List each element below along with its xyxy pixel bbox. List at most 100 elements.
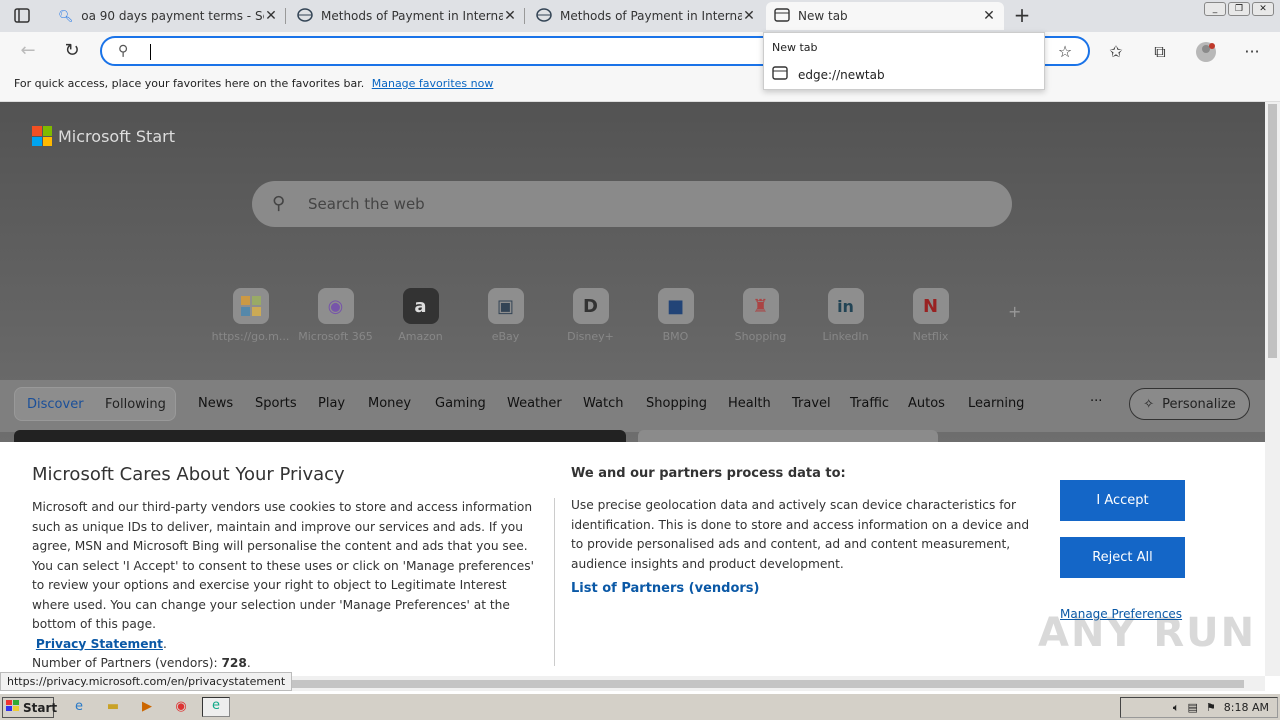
close-tab-icon[interactable]: ✕ — [264, 8, 278, 24]
globe-icon — [297, 7, 313, 25]
quick-link[interactable]: ■ BMO — [633, 288, 718, 343]
flag-icon[interactable]: ⚑ — [1206, 701, 1216, 714]
purposes-text: Use precise geolocation data and activel… — [571, 498, 1030, 571]
feed-card[interactable] — [14, 430, 626, 442]
personalize-button[interactable]: ✧ Personalize — [1129, 388, 1250, 420]
web-search-box[interactable]: ⚲ Search the web — [252, 181, 1012, 227]
purposes-title: We and our partners process data to: — [571, 466, 846, 481]
volume-icon[interactable]: 🔈︎ — [1173, 701, 1180, 715]
category-item[interactable]: Play — [318, 396, 368, 411]
tab-actions-icon[interactable] — [12, 6, 34, 26]
category-item[interactable]: Weather — [507, 396, 583, 411]
category-item[interactable]: Health — [728, 396, 792, 411]
clock[interactable]: 8:18 AM — [1224, 701, 1269, 714]
quick-link[interactable]: D Disney+ — [548, 288, 633, 343]
vendors-link[interactable]: List of Partners (vendors) — [571, 581, 759, 596]
manage-preferences-link[interactable]: Manage Preferences — [1060, 607, 1182, 621]
favorites-bar: For quick access, place your favorites h… — [0, 70, 1280, 102]
newtab-icon — [774, 7, 790, 25]
shopping-icon: ♜ — [742, 288, 779, 324]
quick-link-label: LinkedIn — [822, 330, 869, 343]
text-caret — [150, 44, 151, 60]
tab-following[interactable]: Following — [105, 397, 166, 412]
tab-search[interactable]: 🔍︎ oa 90 days payment terms - Search ✕ — [50, 2, 286, 30]
quick-link[interactable]: ♜ Shopping — [718, 288, 803, 343]
tab-new-tab[interactable]: New tab ✕ — [766, 2, 1004, 30]
partners-label: Number of Partners (vendors): — [32, 656, 218, 670]
taskbar: Start e ▬ ▶ ◉ e 🔈︎ ▤ ⚑ 8:18 AM — [0, 693, 1280, 720]
media-player-icon[interactable]: ▶ — [138, 699, 156, 715]
microsoft-start-logo[interactable]: Microsoft Start — [32, 126, 175, 146]
quick-link[interactable]: ▣ eBay — [463, 288, 548, 343]
settings-more-icon[interactable]: ··· — [1241, 41, 1263, 63]
microsoft-tile-icon — [232, 288, 269, 324]
edge-icon[interactable]: e — [202, 697, 230, 717]
add-site-button[interactable]: + — [1008, 302, 1021, 321]
quick-link[interactable]: N Netflix — [888, 288, 973, 343]
privacy-title: Microsoft Cares About Your Privacy — [32, 464, 345, 485]
ie-icon[interactable]: e — [70, 699, 88, 715]
folder-icon[interactable]: ▬ — [104, 699, 122, 715]
quick-link[interactable]: ◉ Microsoft 365 — [293, 288, 378, 343]
quick-link[interactable]: in LinkedIn — [803, 288, 888, 343]
status-url: https://privacy.microsoft.com/en/privacy… — [0, 672, 293, 691]
vertical-scrollbar[interactable] — [1265, 102, 1280, 676]
tab-discover[interactable]: Discover — [27, 397, 84, 412]
quick-link-label: Amazon — [398, 330, 443, 343]
disney-icon: D — [572, 288, 609, 324]
feed-card[interactable] — [638, 430, 938, 442]
quick-link-label: https://go.m... — [211, 330, 290, 343]
quick-link-label: Microsoft 365 — [298, 330, 373, 343]
privacy-body: Microsoft and our third-party vendors us… — [32, 500, 534, 670]
accept-button[interactable]: I Accept — [1060, 480, 1185, 521]
category-item[interactable]: Autos — [908, 396, 968, 411]
quick-link-label: Disney+ — [567, 330, 614, 343]
favorites-icon[interactable]: ✩ — [1105, 41, 1127, 63]
linkedin-icon: in — [827, 288, 864, 324]
suggestion-item[interactable]: edge://newtab — [772, 66, 885, 83]
collections-icon[interactable]: ⧉ — [1149, 41, 1171, 63]
favorites-message: For quick access, place your favorites h… — [14, 77, 365, 90]
search-icon: ⚲ — [118, 43, 129, 59]
new-tab-button[interactable]: + — [1010, 4, 1034, 28]
close-tab-icon[interactable]: ✕ — [503, 8, 517, 24]
minimize-icon[interactable]: _ — [1204, 2, 1226, 16]
category-item[interactable]: Watch — [583, 396, 646, 411]
personalize-label: Personalize — [1162, 396, 1236, 412]
reject-all-button[interactable]: Reject All — [1060, 537, 1185, 578]
add-favorite-icon[interactable]: ☆ — [1054, 41, 1076, 63]
bmo-icon: ■ — [657, 288, 694, 324]
category-item[interactable]: Traffic — [850, 396, 908, 411]
category-item[interactable]: Sports — [255, 396, 318, 411]
browser-toolbar: ← ↻ ⚲ ☆ ✩ ⧉ ··· — [0, 32, 1280, 70]
category-item[interactable]: Gaming — [435, 396, 507, 411]
close-tab-icon[interactable]: ✕ — [982, 8, 996, 24]
category-item[interactable]: Shopping — [646, 396, 728, 411]
refresh-icon[interactable]: ↻ — [62, 41, 82, 61]
scroll-thumb[interactable] — [1268, 104, 1277, 358]
manage-favorites-link[interactable]: Manage favorites now — [372, 77, 494, 90]
privacy-statement-link[interactable]: Privacy Statement — [36, 637, 163, 651]
category-item[interactable]: Travel — [792, 396, 850, 411]
close-tab-icon[interactable]: ✕ — [742, 8, 756, 24]
start-button[interactable]: Start — [2, 697, 57, 718]
category-item[interactable]: Money — [368, 396, 435, 411]
category-item[interactable]: Learning — [968, 396, 1024, 411]
network-icon[interactable]: ▤ — [1188, 701, 1198, 714]
back-icon[interactable]: ← — [18, 41, 38, 61]
tab-methods-1[interactable]: Methods of Payment in International Trad… — [289, 2, 525, 30]
suggestion-header: New tab — [772, 41, 818, 54]
more-categories-button[interactable]: ··· — [1090, 394, 1102, 409]
system-tray: 🔈︎ ▤ ⚑ 8:18 AM — [1120, 697, 1278, 718]
category-item[interactable]: News — [198, 396, 255, 411]
quick-links: https://go.m... ◉ Microsoft 365 a Amazon ▣… — [208, 288, 973, 343]
newtab-icon — [772, 66, 788, 83]
tab-methods-2[interactable]: Methods of Payment in International Trad… — [528, 2, 764, 30]
chrome-icon[interactable]: ◉ — [172, 699, 190, 715]
profile-avatar[interactable] — [1195, 41, 1217, 63]
restore-icon[interactable]: ❐ — [1228, 2, 1250, 16]
close-window-icon[interactable]: ✕ — [1252, 2, 1274, 16]
window-controls: _ ❐ ✕ — [1204, 2, 1274, 16]
quick-link[interactable]: https://go.m... — [208, 288, 293, 343]
quick-link[interactable]: a Amazon — [378, 288, 463, 343]
